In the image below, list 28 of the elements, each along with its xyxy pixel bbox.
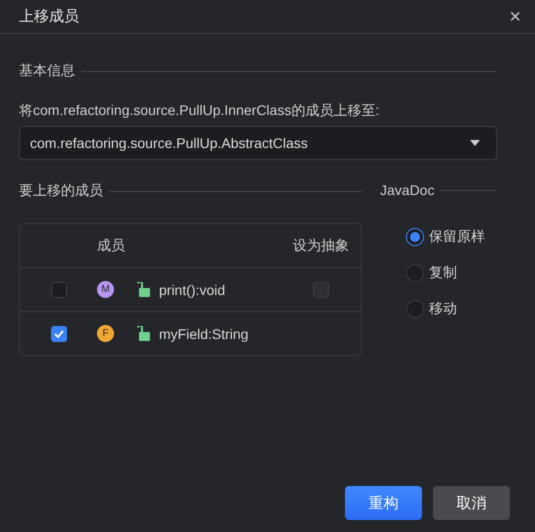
radio-button[interactable] xyxy=(406,228,424,246)
checkbox[interactable] xyxy=(50,282,66,298)
unlock-icon xyxy=(136,282,150,297)
section-heading: 基本信息 xyxy=(19,62,75,80)
column-header: 成员 xyxy=(97,236,125,254)
member-name: print():void xyxy=(159,282,226,298)
member-name: myField:String xyxy=(159,326,248,342)
radio-label[interactable]: 移动 xyxy=(429,300,457,318)
column-header: 设为抽象 xyxy=(293,236,349,254)
radio-button[interactable] xyxy=(406,300,424,318)
checkbox[interactable] xyxy=(50,326,66,342)
radio-label[interactable]: 复制 xyxy=(429,264,457,282)
member-kind-badge: F xyxy=(97,325,114,342)
target-dropdown[interactable]: com.refactoring.source.PullUp.AbstractClass xyxy=(19,126,497,160)
caret-icon xyxy=(470,140,480,146)
check-icon xyxy=(54,330,64,338)
checkbox[interactable] xyxy=(313,282,329,298)
unlock-icon xyxy=(136,326,150,341)
close-button[interactable]: × xyxy=(509,8,521,26)
target-label: 将com.refactoring.source.PullUp.InnerClass的成员上移至: xyxy=(19,102,380,120)
refactor-button[interactable]: 重构 xyxy=(345,486,422,520)
member-kind-badge: M xyxy=(97,281,114,298)
dialog-title: 上移成员 xyxy=(19,7,79,26)
section-heading: JavaDoc xyxy=(380,182,434,198)
radio-button[interactable] xyxy=(406,264,424,282)
radio-label[interactable]: 保留原样 xyxy=(429,228,485,246)
section-heading: 要上移的成员 xyxy=(19,182,103,200)
cancel-button[interactable]: 取消 xyxy=(433,486,510,520)
